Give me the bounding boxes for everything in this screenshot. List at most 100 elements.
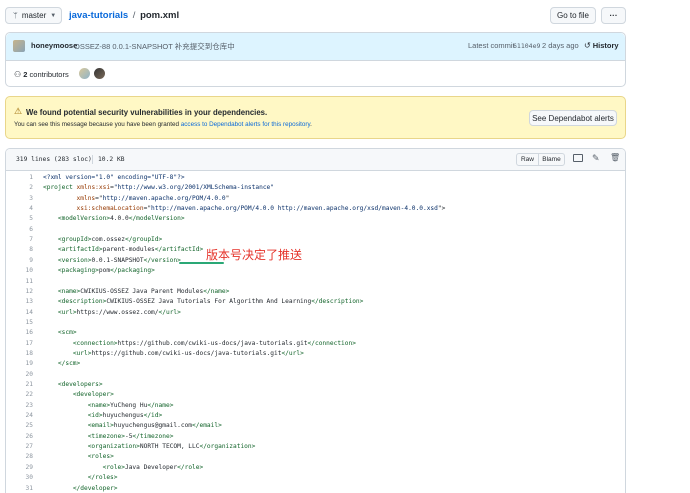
more-options-button[interactable]: ···	[601, 7, 626, 24]
contributors[interactable]: ⚇ 2 contributors	[14, 70, 69, 79]
alert-body: You can see this message because you hav…	[14, 121, 312, 128]
repo-link[interactable]: java-tutorials	[69, 10, 128, 21]
code-line: 10 <packaging>pom</packaging>	[6, 266, 625, 276]
code-line: 7 <groupId>com.ossez</groupId>	[6, 235, 625, 245]
blame-button[interactable]: Blame	[538, 153, 565, 166]
code-text: <timezone>-5</timezone>	[43, 432, 173, 442]
line-number[interactable]: 28	[6, 452, 33, 462]
file-name: pom.xml	[140, 10, 179, 21]
commit-author[interactable]: honeymoose	[31, 41, 77, 50]
code-line: 8 <artifactId>parent-modules</artifactId…	[6, 245, 625, 255]
code-text: <email>huyuchengus@gmail.com</email>	[43, 421, 222, 431]
code-line: 11	[6, 277, 625, 287]
raw-button[interactable]: Raw	[516, 153, 539, 166]
code-line: 21 <developers>	[6, 380, 625, 390]
code-text: <scm>	[43, 328, 77, 338]
alert-body-prefix: You can see this message because you hav…	[14, 121, 181, 128]
dependabot-access-link[interactable]: access to Dependabot alerts for this rep…	[181, 121, 310, 128]
line-number[interactable]: 3	[6, 194, 33, 204]
line-number[interactable]: 2	[6, 183, 33, 193]
code-line: 5 <modelVersion>4.0.0</modelVersion>	[6, 214, 625, 224]
line-number[interactable]: 26	[6, 432, 33, 442]
history-link[interactable]: ↺History	[584, 41, 619, 50]
line-number[interactable]: 31	[6, 484, 33, 493]
commit-sha[interactable]: 61104e9	[513, 42, 540, 50]
code-text: <?xml version="1.0" encoding="UTF-8"?>	[43, 173, 185, 183]
code-text: <roles>	[43, 452, 114, 462]
line-number[interactable]: 24	[6, 411, 33, 421]
code-line: 17 <connection>https://github.com/cwiki-…	[6, 339, 625, 349]
history-icon: ↺	[584, 41, 591, 50]
line-number[interactable]: 4	[6, 204, 33, 214]
go-to-file-button[interactable]: Go to file	[550, 7, 596, 24]
desktop-icon[interactable]	[573, 154, 583, 162]
code-line: 14 <url>https://www.ossez.com/</url>	[6, 308, 625, 318]
latest-commit-label: Latest commit	[468, 41, 515, 50]
code-line: 2<project xmlns:xsi="http://www.w3.org/2…	[6, 183, 625, 193]
code-text: <url>https://github.com/cwiki-us-docs/ja…	[43, 349, 304, 359]
line-number[interactable]: 15	[6, 318, 33, 328]
line-number[interactable]: 22	[6, 390, 33, 400]
line-number[interactable]: 19	[6, 359, 33, 369]
line-number[interactable]: 10	[6, 266, 33, 276]
chevron-down-icon: ▼	[50, 13, 56, 19]
commit-message[interactable]: OSSEZ-88 0.0.1-SNAPSHOT 补充提交到仓库中	[74, 41, 235, 52]
line-number[interactable]: 14	[6, 308, 33, 318]
line-number[interactable]: 20	[6, 370, 33, 380]
see-dependabot-alerts-button[interactable]: See Dependabot alerts	[529, 110, 617, 126]
line-number[interactable]: 29	[6, 463, 33, 473]
line-number[interactable]: 18	[6, 349, 33, 359]
code-line: 19 </scm>	[6, 359, 625, 369]
line-number[interactable]: 12	[6, 287, 33, 297]
code-line: 1 <?xml version="1.0" encoding="UTF-8"?>	[6, 173, 625, 183]
code-line: 30 </roles>	[6, 473, 625, 483]
line-number[interactable]: 9	[6, 256, 33, 266]
contributor-avatar-1[interactable]	[79, 68, 90, 79]
code-text: <version>0.0.1-SNAPSHOT</version>	[43, 256, 181, 266]
line-number[interactable]: 23	[6, 401, 33, 411]
code-text: <url>https://www.ossez.com/</url>	[43, 308, 181, 318]
code-text: <organization>NORTH TECOM, LLC</organiza…	[43, 442, 255, 452]
line-number[interactable]: 5	[6, 214, 33, 224]
code-text: <artifactId>parent-modules</artifactId>	[43, 245, 203, 255]
code-line: 28 <roles>	[6, 452, 625, 462]
line-number[interactable]: 17	[6, 339, 33, 349]
line-number[interactable]: 13	[6, 297, 33, 307]
history-label: History	[593, 41, 619, 50]
code-line: 4 xsi:schemaLocation="http://maven.apach…	[6, 204, 625, 214]
file-header-divider	[92, 155, 93, 164]
file-header: 319 lines (283 sloc) 10.2 KB Raw Blame ✎…	[6, 149, 625, 171]
code-line: 6	[6, 225, 625, 235]
code-area: 1<?xml version="1.0" encoding="UTF-8"?>2…	[6, 173, 625, 493]
line-number[interactable]: 30	[6, 473, 33, 483]
code-line: 20	[6, 370, 625, 380]
line-number[interactable]: 8	[6, 245, 33, 255]
line-number[interactable]: 11	[6, 277, 33, 287]
breadcrumb-separator: /	[133, 10, 136, 21]
branch-selector[interactable]: ᛘ master ▼	[5, 7, 62, 24]
contributor-avatar-2[interactable]	[94, 68, 105, 79]
code-line: 22 <developer>	[6, 390, 625, 400]
code-line: 31 </developer>	[6, 484, 625, 493]
code-line: 24 <id>huyuchengus</id>	[6, 411, 625, 421]
contributors-label: contributors	[30, 70, 69, 79]
line-number[interactable]: 6	[6, 225, 33, 235]
alert-icon: ⚠	[14, 106, 22, 117]
line-number[interactable]: 7	[6, 235, 33, 245]
line-number[interactable]: 1	[6, 173, 33, 183]
code-text: <groupId>com.ossez</groupId>	[43, 235, 162, 245]
code-text: <description>CWIKIUS-OSSEZ Java Tutorial…	[43, 297, 363, 307]
branch-name: master	[22, 11, 46, 20]
line-number[interactable]: 21	[6, 380, 33, 390]
code-line: 29 <role>Java Developer</role>	[6, 463, 625, 473]
code-text: <connection>https://github.com/cwiki-us-…	[43, 339, 356, 349]
trash-icon[interactable]: 🗑	[610, 153, 620, 162]
code-text: <packaging>pom</packaging>	[43, 266, 155, 276]
code-text: </scm>	[43, 359, 80, 369]
code-text: <developers>	[43, 380, 103, 390]
line-number[interactable]: 27	[6, 442, 33, 452]
pencil-icon[interactable]: ✎	[592, 153, 600, 164]
line-number[interactable]: 25	[6, 421, 33, 431]
line-number[interactable]: 16	[6, 328, 33, 338]
code-text: </developer>	[43, 484, 118, 493]
